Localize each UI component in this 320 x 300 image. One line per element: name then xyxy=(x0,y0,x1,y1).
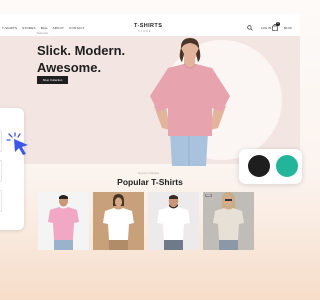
hero-eyebrow: Summer xyxy=(37,31,49,35)
nav-item-stores[interactable]: STORES xyxy=(22,26,35,30)
product-card[interactable] xyxy=(38,192,89,250)
section-subtitle: Summer Collection xyxy=(138,172,160,175)
nav-item-contact[interactable]: CONTACT xyxy=(69,26,85,30)
product-card[interactable] xyxy=(148,192,199,250)
cart-total: $0.00 xyxy=(284,26,292,30)
click-cursor-icon xyxy=(6,132,28,155)
search-icon[interactable] xyxy=(247,25,253,31)
site-logo-tagline: STORE xyxy=(138,30,152,33)
nav-item-about[interactable]: ABOUT xyxy=(53,26,64,30)
product-image xyxy=(93,192,144,250)
nav-item-bag[interactable]: BAG xyxy=(41,26,48,30)
hero-headline-line1: Slick. Modern. xyxy=(37,43,126,58)
account-link[interactable]: LOG IN xyxy=(261,26,271,30)
hero-headline-line2: Awesome. xyxy=(37,60,102,75)
shop-collection-button[interactable]: Shop Collection xyxy=(37,76,68,84)
product-card[interactable] xyxy=(93,192,144,250)
section-title: Popular T-Shirts xyxy=(117,177,183,187)
nav-item-tshirts[interactable]: T-SHIRTS xyxy=(2,26,17,30)
main-nav: T-SHIRTS STORES BAG ABOUT CONTACT xyxy=(2,26,85,30)
product-image xyxy=(203,192,254,250)
sale-badge: Sale xyxy=(205,194,213,197)
site-logo[interactable]: T-SHIRTS xyxy=(134,23,162,29)
swatch-black[interactable] xyxy=(248,155,270,177)
product-image xyxy=(38,192,89,250)
cart-count-badge: 0 xyxy=(276,22,280,26)
product-image xyxy=(148,192,199,250)
swatch-teal[interactable] xyxy=(276,155,298,177)
panel-block xyxy=(0,130,2,152)
product-card[interactable]: Sale xyxy=(203,192,254,250)
hero-headline: Slick. Modern. Awesome. xyxy=(37,42,147,76)
editor-side-panel xyxy=(0,108,24,230)
panel-block xyxy=(0,190,2,212)
hero-model-image xyxy=(150,38,230,166)
